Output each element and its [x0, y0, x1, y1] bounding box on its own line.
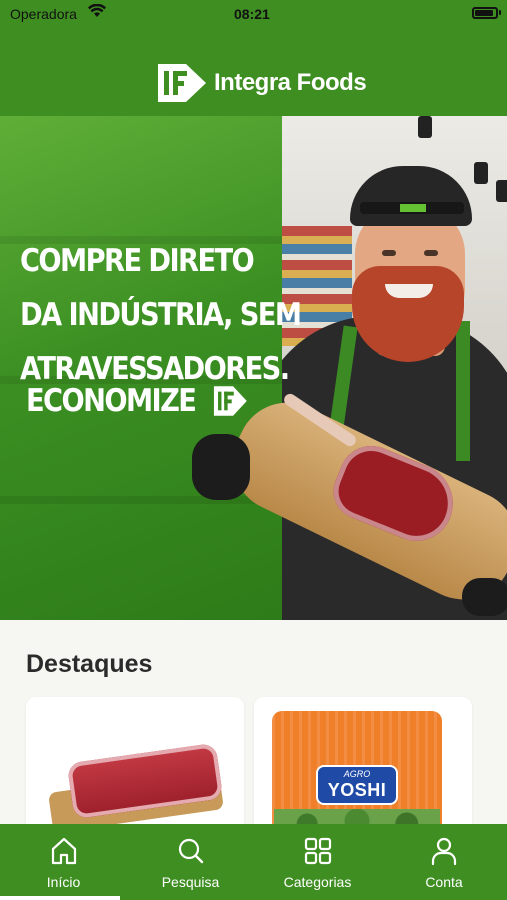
tab-inicio[interactable]: Início: [0, 824, 127, 900]
wifi-icon: [88, 4, 106, 17]
battery-icon: [472, 7, 498, 19]
hero-line: COMPRE DIRETO: [20, 243, 255, 279]
clock: 08:21: [234, 6, 270, 22]
grid-icon: [304, 837, 331, 865]
brand-logo[interactable]: Integra Foods: [156, 62, 367, 104]
user-icon: [431, 837, 457, 866]
hero-cta-label: ECONOMIZE: [26, 383, 197, 419]
integra-foods-logo-icon: [214, 386, 248, 416]
tab-label: Início: [46, 874, 81, 890]
tab-label: Conta: [425, 874, 463, 890]
hero-line: DA INDÚSTRIA, SEM: [20, 297, 302, 333]
tab-conta[interactable]: Conta: [381, 824, 507, 900]
search-icon: [178, 838, 203, 864]
carrier-label: Operadora: [10, 6, 77, 22]
ceiling-lamp: [418, 116, 432, 138]
tab-pesquisa[interactable]: Pesquisa: [127, 824, 254, 900]
ceiling-lamp: [474, 162, 488, 184]
app-name: Integra Foods: [214, 69, 367, 96]
home-icon: [51, 837, 76, 865]
tab-label: Categorias: [283, 874, 352, 890]
integra-foods-logo-icon: [158, 64, 206, 102]
product-brand-label: AGRO YOSHI: [316, 765, 398, 805]
app-header: Operadora 08:21 Integra Foods: [0, 0, 507, 116]
section-title-destaques: Destaques: [26, 650, 153, 678]
hero-headline: COMPRE DIRETO DA INDÚSTRIA, SEM ATRAVESS…: [20, 234, 302, 396]
ceiling-lamp: [496, 180, 507, 202]
hero-banner[interactable]: COMPRE DIRETO DA INDÚSTRIA, SEM ATRAVESS…: [0, 116, 507, 620]
tab-label: Pesquisa: [161, 874, 220, 890]
product-card[interactable]: AGRO YOSHI: [254, 697, 472, 837]
bottom-tab-bar: Início Pesquisa Categorias Conta: [0, 824, 507, 900]
product-card[interactable]: [26, 697, 244, 837]
tab-categorias[interactable]: Categorias: [254, 824, 381, 900]
hero-cta-economize[interactable]: ECONOMIZE: [26, 383, 250, 419]
status-bar: Operadora 08:21: [0, 0, 507, 30]
